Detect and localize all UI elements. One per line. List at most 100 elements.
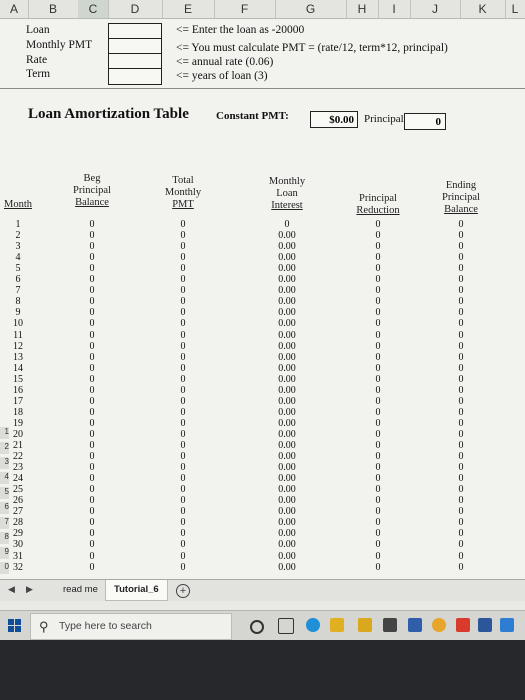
cell-month[interactable]: 3 [0,241,38,252]
cell-ending-balance[interactable]: 0 [441,539,481,550]
constant-pmt-cell[interactable]: $0.00 [310,111,358,128]
prev-sheet-icon[interactable]: ◀ [8,584,15,595]
cell-interest[interactable]: 0.00 [267,363,307,374]
cell-total-pmt[interactable]: 0 [163,539,203,550]
cell-beg-balance[interactable]: 0 [72,330,112,341]
row-number[interactable]: 9 [0,547,9,559]
cell-reduction[interactable]: 0 [358,219,398,230]
cell-reduction[interactable]: 0 [358,551,398,562]
cell-reduction[interactable]: 0 [358,539,398,550]
cell-beg-balance[interactable]: 0 [72,562,112,573]
cell-total-pmt[interactable]: 0 [163,230,203,241]
cell-month[interactable]: 16 [0,385,38,396]
cell-total-pmt[interactable]: 0 [163,341,203,352]
cell-beg-balance[interactable]: 0 [72,296,112,307]
cell-ending-balance[interactable]: 0 [441,418,481,429]
cell-reduction[interactable]: 0 [358,385,398,396]
cell-beg-balance[interactable]: 0 [72,318,112,329]
cell-beg-balance[interactable]: 0 [72,528,112,539]
cell-interest[interactable]: 0.00 [267,517,307,528]
cell-reduction[interactable]: 0 [358,363,398,374]
cell-beg-balance[interactable]: 0 [72,363,112,374]
cell-interest[interactable]: 0.00 [267,396,307,407]
cell-interest[interactable]: 0.00 [267,252,307,263]
row-number[interactable]: 6 [0,502,9,514]
cell-ending-balance[interactable]: 0 [441,230,481,241]
cell-total-pmt[interactable]: 0 [163,396,203,407]
cell-ending-balance[interactable]: 0 [441,528,481,539]
cell-interest[interactable]: 0.00 [267,551,307,562]
cell-interest[interactable]: 0.00 [267,484,307,495]
mail-icon[interactable] [408,618,422,632]
cell-month[interactable]: 5 [0,263,38,274]
cell-beg-balance[interactable]: 0 [72,506,112,517]
row-number[interactable]: 8 [0,532,9,544]
folder-icon[interactable] [358,618,372,632]
cell-total-pmt[interactable]: 0 [163,473,203,484]
cell-total-pmt[interactable]: 0 [163,241,203,252]
cell-interest[interactable]: 0.00 [267,539,307,550]
cell-total-pmt[interactable]: 0 [163,219,203,230]
cell-month[interactable]: 12 [0,341,38,352]
cell-beg-balance[interactable]: 0 [72,252,112,263]
cell-total-pmt[interactable]: 0 [163,385,203,396]
cell-interest[interactable]: 0.00 [267,296,307,307]
cell-ending-balance[interactable]: 0 [441,462,481,473]
chrome-icon[interactable] [432,618,446,632]
cell-interest[interactable]: 0.00 [267,440,307,451]
cell-month[interactable]: 18 [0,407,38,418]
cell-beg-balance[interactable]: 0 [72,385,112,396]
cell-month[interactable]: 7 [0,285,38,296]
cell-ending-balance[interactable]: 0 [441,263,481,274]
cell-interest[interactable]: 0.00 [267,330,307,341]
cell-reduction[interactable]: 0 [358,473,398,484]
cell-total-pmt[interactable]: 0 [163,352,203,363]
column-header-e[interactable]: E [162,0,215,18]
cell-beg-balance[interactable]: 0 [72,451,112,462]
cell-reduction[interactable]: 0 [358,341,398,352]
cell-total-pmt[interactable]: 0 [163,462,203,473]
cell-month[interactable]: 13 [0,352,38,363]
cell-interest[interactable]: 0.00 [267,418,307,429]
cell-total-pmt[interactable]: 0 [163,318,203,329]
cell-beg-balance[interactable]: 0 [72,418,112,429]
column-header-j[interactable]: J [410,0,461,18]
cell-ending-balance[interactable]: 0 [441,241,481,252]
cell-total-pmt[interactable]: 0 [163,285,203,296]
cell-ending-balance[interactable]: 0 [441,385,481,396]
cell-month[interactable]: 8 [0,296,38,307]
cell-beg-balance[interactable]: 0 [72,407,112,418]
cell-ending-balance[interactable]: 0 [441,451,481,462]
cell-ending-balance[interactable]: 0 [441,506,481,517]
cell-beg-balance[interactable]: 0 [72,285,112,296]
row-number[interactable]: 0 [0,562,9,574]
cell-total-pmt[interactable]: 0 [163,562,203,573]
cell-beg-balance[interactable]: 0 [72,429,112,440]
cell-month[interactable]: 17 [0,396,38,407]
cell-beg-balance[interactable]: 0 [72,219,112,230]
cell-interest[interactable]: 0.00 [267,352,307,363]
row-number[interactable]: 5 [0,487,9,499]
cell-reduction[interactable]: 0 [358,285,398,296]
word-icon[interactable] [478,618,492,632]
cell-month[interactable]: 15 [0,374,38,385]
cell-total-pmt[interactable]: 0 [163,296,203,307]
column-header-g[interactable]: G [275,0,347,18]
app-icon[interactable] [500,618,514,632]
cell-interest[interactable]: 0 [267,219,307,230]
tab-tutorial-6[interactable]: Tutorial_6 [105,580,168,601]
cell-ending-balance[interactable]: 0 [441,440,481,451]
cell-ending-balance[interactable]: 0 [441,562,481,573]
cell-beg-balance[interactable]: 0 [72,307,112,318]
cell-ending-balance[interactable]: 0 [441,252,481,263]
cell-total-pmt[interactable]: 0 [163,517,203,528]
cell-beg-balance[interactable]: 0 [72,230,112,241]
cortana-icon[interactable] [250,620,264,634]
cell-reduction[interactable]: 0 [358,296,398,307]
cell-interest[interactable]: 0.00 [267,285,307,296]
cell-interest[interactable]: 0.00 [267,528,307,539]
cell-total-pmt[interactable]: 0 [163,363,203,374]
cell-beg-balance[interactable]: 0 [72,274,112,285]
next-sheet-icon[interactable]: ▶ [26,584,33,595]
principal-cell[interactable]: 0 [404,113,446,130]
